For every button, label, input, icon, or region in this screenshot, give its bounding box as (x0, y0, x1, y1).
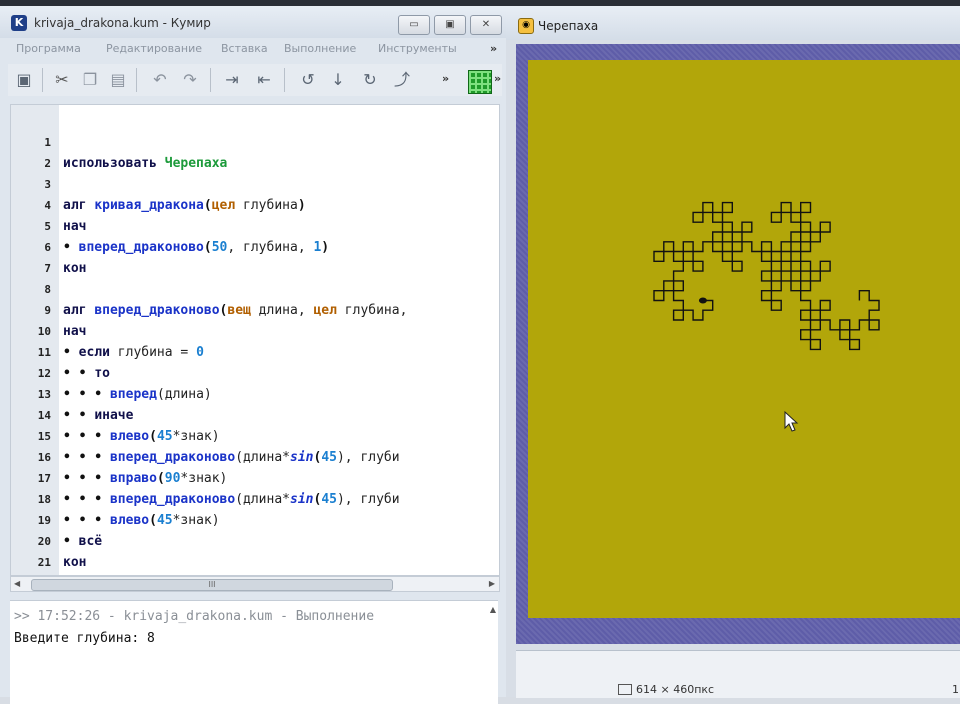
code-line: 15 • • • вперед_драконово(длина*sin(45),… (11, 405, 499, 465)
code-line: 2 (11, 132, 499, 170)
editor-window-title: krivaja_drakona.kum - Кумир (34, 16, 211, 30)
code-line: 1 использовать Черепаха (11, 111, 499, 171)
undo-icon[interactable]: ↶ (148, 68, 172, 92)
turtle-canvas[interactable] (528, 60, 960, 618)
code-editor[interactable]: 1 использовать Черепаха 2 3 алг кривая_д… (10, 104, 500, 576)
scrollbar-thumb[interactable]: III (31, 579, 393, 591)
menu-tools[interactable]: Инструменты (378, 42, 457, 55)
editor-window: K krivaja_drakona.kum - Кумир ▭ ▣ ✕ Прог… (0, 6, 507, 704)
turtle-app-icon: ◉ (518, 18, 534, 34)
code-line: 6 кон (11, 216, 499, 276)
code-line: 11 • • то (11, 321, 499, 381)
toolbar-overflow-button[interactable]: » (442, 72, 449, 85)
turtle-head-icon (698, 297, 707, 304)
code-line: 5 • вперед_драконово(50, глубина, 1) (11, 195, 499, 255)
step-into-icon[interactable]: ↓ (326, 68, 350, 92)
code-line: 4 нач (11, 174, 499, 234)
line-number: 21 (37, 556, 51, 569)
step-out-icon[interactable]: ↻ (358, 68, 382, 92)
paste-icon[interactable]: ▤ (106, 68, 130, 92)
code-line: 12 • • • вперед(длина) (11, 342, 499, 402)
close-button[interactable]: ✕ (470, 15, 502, 35)
horizontal-scrollbar[interactable]: ◀ III ▶ (10, 576, 500, 592)
code-line: 20 кон (11, 510, 499, 570)
cut-icon[interactable]: ✂ (50, 68, 74, 92)
scroll-left-arrow-icon[interactable]: ◀ (14, 577, 20, 591)
code-line: 7 (11, 237, 499, 275)
dragon-curve-drawing (653, 201, 880, 432)
mouse-cursor-icon (784, 410, 799, 432)
unindent-icon[interactable]: ⇤ (252, 68, 276, 92)
turtle-titlebar[interactable]: ◉ Черепаха (506, 6, 960, 40)
menu-overflow-button[interactable]: » (490, 42, 497, 55)
zoom-label: 1 (952, 683, 959, 696)
code-line: 19 • всё (11, 489, 499, 549)
code-line: 16 • • • вправо(90*знак) (11, 426, 499, 486)
code-line: 14 • • • влево(45*знак) (11, 384, 499, 444)
code-line: 21 (11, 531, 499, 569)
turtle-status-bar: 614 × 460пкс 1 (516, 650, 960, 698)
editor-titlebar[interactable]: K krivaja_drakona.kum - Кумир ▭ ▣ ✕ (0, 6, 506, 38)
code-line: 8 алг вперед_драконово(вещ длина, цел гл… (11, 258, 499, 318)
toolbar-overflow-button-2[interactable]: » (494, 72, 501, 85)
menu-bar: Программа Редактирование Вставка Выполне… (0, 40, 506, 60)
scroll-right-arrow-icon[interactable]: ▶ (489, 577, 495, 591)
step-over-icon[interactable]: ↺ (296, 68, 320, 92)
scroll-up-arrow-icon[interactable]: ▲ (490, 605, 496, 614)
run-to-end-icon[interactable]: ⤴ (390, 68, 414, 92)
code-line: 13 • • иначе (11, 363, 499, 423)
code-line: 9 нач (11, 279, 499, 339)
output-console[interactable]: >> 17:52:26 - krivaja_drakona.kum - Выпо… (10, 600, 498, 704)
code-line: 10 • если глубина = 0 (11, 300, 499, 360)
grid-icon[interactable] (468, 70, 492, 94)
dragon-curve-path (653, 201, 880, 351)
maximize-button[interactable]: ▣ (434, 15, 466, 35)
console-run-line: >> 17:52:26 - krivaja_drakona.kum - Выпо… (14, 609, 375, 624)
console-input-prompt: Введите глубина: 8 (14, 631, 155, 646)
editor-toolbar: ▣ ✂ ❐ ▤ ↶ ↷ ⇥ ⇤ ↺ ↓ ↻ ⤴ » » (8, 64, 502, 96)
indent-icon[interactable]: ⇥ (220, 68, 244, 92)
code-line: 17 • • • вперед_драконово(длина*sin(45),… (11, 447, 499, 507)
menu-edit[interactable]: Редактирование (106, 42, 202, 55)
code-line: 18 • • • влево(45*знак) (11, 468, 499, 528)
turtle-window-title: Черепаха (538, 19, 599, 33)
menu-program[interactable]: Программа (16, 42, 81, 55)
menu-insert[interactable]: Вставка (221, 42, 268, 55)
toolbar-separator (284, 68, 285, 92)
canvas-size-label: 614 × 460пкс (636, 683, 715, 696)
turtle-window: ◉ Черепаха 614 × 460пкс 1 (506, 6, 960, 698)
minimize-button[interactable]: ▭ (398, 15, 430, 35)
copy-icon[interactable]: ❐ (78, 68, 102, 92)
canvas-size-icon (618, 684, 632, 695)
toolbar-separator (210, 68, 211, 92)
redo-icon[interactable]: ↷ (178, 68, 202, 92)
kumir-app-icon: K (11, 15, 27, 31)
keyword: кон (63, 555, 87, 570)
toolbar-separator (42, 68, 43, 92)
code-line: 3 алг кривая_дракона(цел глубина) (11, 153, 499, 213)
save-icon[interactable]: ▣ (12, 68, 36, 92)
menu-run[interactable]: Выполнение (284, 42, 356, 55)
toolbar-separator (136, 68, 137, 92)
